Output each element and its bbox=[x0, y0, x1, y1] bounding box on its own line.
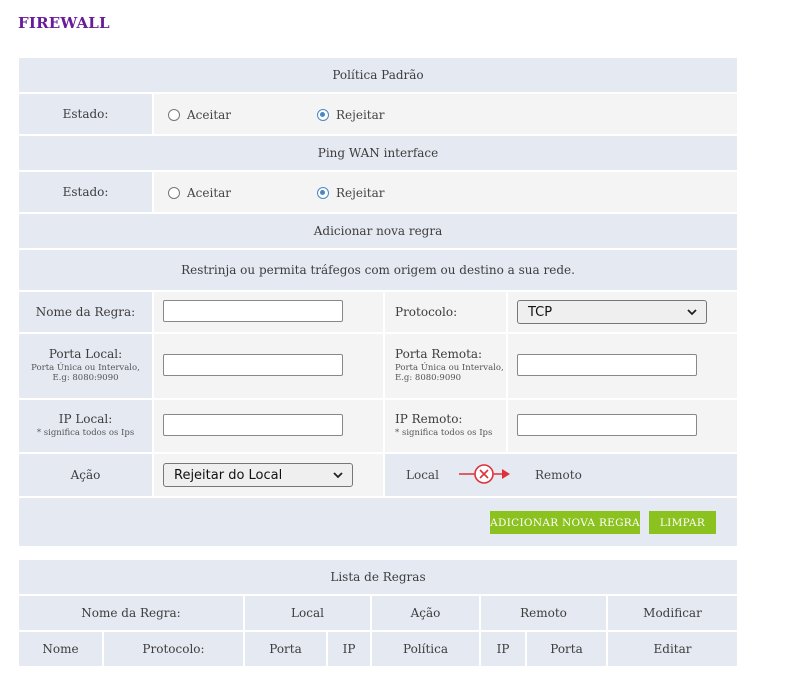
radio-label: Aceitar bbox=[187, 186, 232, 200]
default-policy-state-label: Estado: bbox=[19, 94, 152, 134]
col-remote-ip: IP bbox=[481, 632, 525, 666]
default-policy-header-label: Política Padrão bbox=[332, 68, 424, 82]
column-header-label: IP bbox=[496, 642, 510, 656]
remote-ip-input[interactable] bbox=[517, 414, 697, 436]
remote-port-label-stack: Porta Remota: Porta Única ou Intervalo, … bbox=[395, 346, 504, 384]
ping-wan-accept-radio[interactable]: Aceitar bbox=[168, 186, 231, 200]
col-local-port: Porta bbox=[245, 632, 326, 666]
group-local: Local bbox=[245, 596, 370, 630]
radio-label: Aceitar bbox=[187, 108, 232, 122]
local-ip-label-text: IP Local: bbox=[58, 412, 113, 427]
default-policy-reject-radio[interactable]: Rejeitar bbox=[317, 108, 385, 122]
radio-label: Rejeitar bbox=[336, 108, 385, 122]
local-ip-label-stack: IP Local: * significa todos os Ips bbox=[36, 412, 135, 439]
remote-ip-label-stack: IP Remoto: * significa todos os Ips bbox=[395, 412, 493, 439]
local-port-input[interactable] bbox=[163, 354, 343, 376]
default-policy-accept-radio[interactable]: Aceitar bbox=[168, 108, 231, 122]
column-header-label: Porta bbox=[269, 642, 302, 656]
direction-remote-label: Remoto bbox=[535, 468, 582, 482]
action-select[interactable]: Rejeitar do Local bbox=[163, 463, 353, 487]
radio-unchecked-icon bbox=[168, 187, 180, 199]
ping-wan-state-label: Estado: bbox=[19, 172, 152, 212]
column-header-label: Nome bbox=[42, 642, 79, 656]
local-port-label: Porta Local: Porta Única ou Intervalo, E… bbox=[19, 334, 152, 398]
group-remote: Remoto bbox=[481, 596, 606, 630]
ping-wan-header: Ping WAN interface bbox=[19, 136, 737, 170]
ping-wan-header-label: Ping WAN interface bbox=[317, 146, 439, 160]
add-rule-description-text: Restrinja ou permita tráfegos com origem… bbox=[181, 263, 575, 277]
column-group-label: Ação bbox=[410, 606, 441, 620]
local-port-hint-example: E.g: 8080:9090 bbox=[52, 373, 119, 384]
radio-unchecked-icon bbox=[168, 109, 180, 121]
ping-wan-options-row bbox=[154, 172, 737, 212]
remote-ip-label: IP Remoto: * significa todos os Ips bbox=[385, 400, 506, 452]
remote-port-label: Porta Remota: Porta Única ou Intervalo, … bbox=[385, 334, 506, 398]
radio-checked-icon bbox=[317, 187, 329, 199]
protocol-select[interactable]: TCP bbox=[517, 300, 707, 324]
add-rule-button[interactable]: ADICIONAR NOVA REGRA bbox=[490, 511, 640, 534]
column-header-label: IP bbox=[342, 642, 356, 656]
group-rule-name: Nome da Regra: bbox=[19, 596, 243, 630]
add-rule-description: Restrinja ou permita tráfegos com origem… bbox=[19, 250, 737, 290]
radio-checked-icon bbox=[317, 109, 329, 121]
rules-list-header: Lista de Regras bbox=[19, 560, 737, 594]
local-ip-label: IP Local: * significa todos os Ips bbox=[19, 400, 152, 452]
remote-port-hint: Porta Única ou Intervalo, bbox=[395, 362, 504, 373]
page-title: FIREWALL bbox=[18, 14, 110, 32]
column-header-label: Protocolo: bbox=[142, 642, 205, 656]
action-label-text: Ação bbox=[70, 468, 101, 482]
remote-port-hint-example: E.g: 8080:9090 bbox=[395, 373, 462, 384]
default-policy-options-row bbox=[154, 94, 737, 134]
column-header-label: Porta bbox=[550, 642, 583, 656]
group-action: Ação bbox=[372, 596, 479, 630]
rule-name-input[interactable] bbox=[163, 300, 343, 322]
col-policy: Política bbox=[372, 632, 479, 666]
column-header-label: Política bbox=[402, 642, 449, 656]
default-policy-header: Política Padrão bbox=[19, 58, 737, 92]
protocol-label: Protocolo: bbox=[385, 292, 506, 332]
radio-label: Rejeitar bbox=[336, 186, 385, 200]
state-label-text: Estado: bbox=[62, 107, 109, 121]
blocked-direction-arrow-icon bbox=[459, 464, 510, 484]
chevron-down-icon bbox=[333, 472, 343, 479]
local-ip-hint: * significa todos os Ips bbox=[36, 428, 135, 439]
column-group-label: Nome da Regra: bbox=[81, 606, 181, 620]
action-label: Ação bbox=[19, 454, 152, 496]
protocol-label-text: Protocolo: bbox=[395, 305, 458, 319]
rules-list-header-label: Lista de Regras bbox=[330, 570, 426, 584]
col-edit: Editar bbox=[608, 632, 737, 666]
rule-name-label: Nome da Regra: bbox=[19, 292, 152, 332]
chevron-down-icon bbox=[687, 309, 697, 316]
remote-port-label-text: Porta Remota: bbox=[395, 346, 483, 361]
add-rule-header-label: Adicionar nova regra bbox=[313, 224, 443, 238]
clear-button[interactable]: LIMPAR bbox=[649, 511, 716, 534]
column-group-label: Remoto bbox=[520, 606, 567, 620]
protocol-select-value: TCP bbox=[528, 304, 553, 320]
column-group-label: Local bbox=[291, 606, 324, 620]
local-port-label-text: Porta Local: bbox=[48, 346, 123, 361]
remote-ip-hint: * significa todos os Ips bbox=[395, 428, 493, 439]
rule-name-label-text: Nome da Regra: bbox=[35, 305, 136, 319]
direction-local-label: Local bbox=[406, 468, 439, 482]
column-group-label: Modificar bbox=[643, 606, 702, 620]
col-remote-port: Porta bbox=[527, 632, 606, 666]
remote-port-input[interactable] bbox=[517, 354, 697, 376]
col-local-ip: IP bbox=[328, 632, 370, 666]
local-port-label-stack: Porta Local: Porta Única ou Intervalo, E… bbox=[31, 346, 140, 384]
local-port-hint: Porta Única ou Intervalo, bbox=[31, 362, 140, 373]
group-modify: Modificar bbox=[608, 596, 737, 630]
remote-ip-label-text: IP Remoto: bbox=[395, 412, 463, 427]
col-protocol: Protocolo: bbox=[104, 632, 243, 666]
add-rule-header: Adicionar nova regra bbox=[19, 214, 737, 248]
state-label-text: Estado: bbox=[62, 185, 109, 199]
ping-wan-reject-radio[interactable]: Rejeitar bbox=[317, 186, 385, 200]
col-name: Nome bbox=[19, 632, 102, 666]
column-header-label: Editar bbox=[653, 642, 692, 656]
action-select-value: Rejeitar do Local bbox=[174, 467, 283, 483]
local-ip-input[interactable] bbox=[163, 414, 343, 436]
